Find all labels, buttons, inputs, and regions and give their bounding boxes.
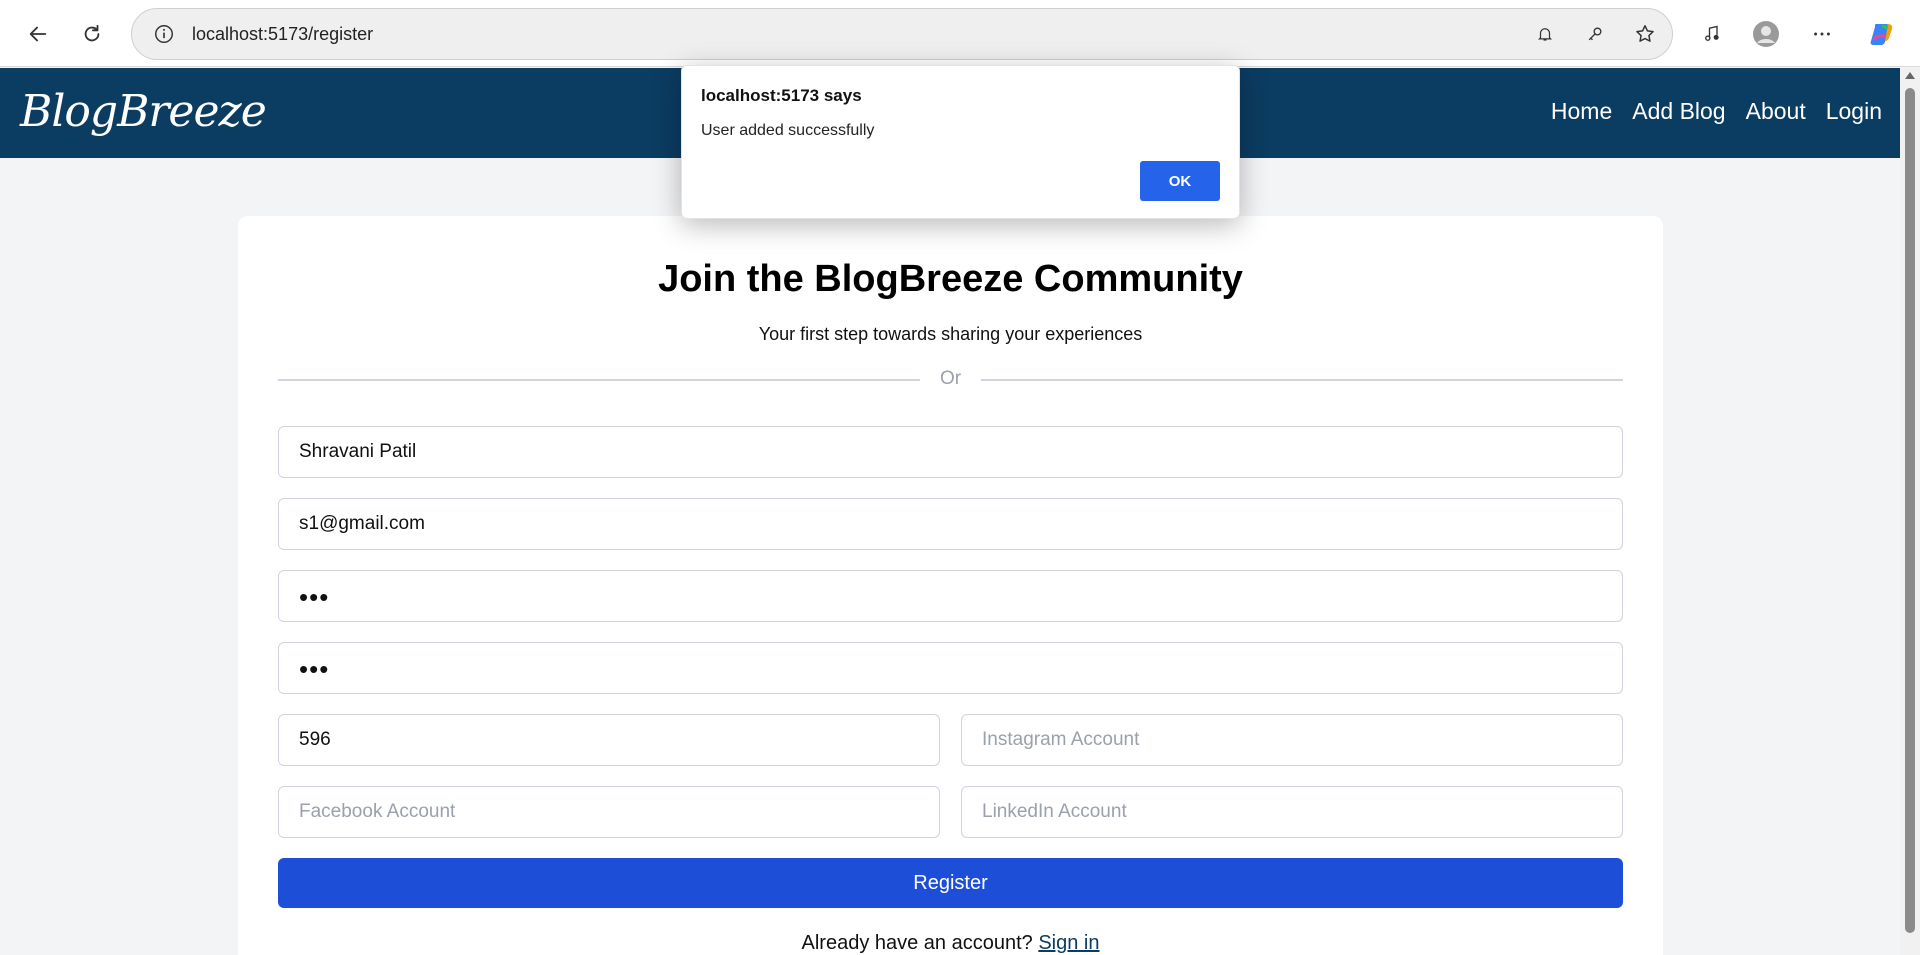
alert-dialog: localhost:5173 says User added successfu…	[681, 65, 1240, 219]
page-subtitle: Your first step towards sharing your exp…	[758, 324, 1143, 344]
register-button[interactable]: Register	[278, 858, 1623, 908]
divider-line-right	[981, 379, 1623, 381]
nav-link-about[interactable]: About	[1746, 98, 1806, 125]
instagram-input[interactable]	[961, 714, 1623, 766]
signin-row: Already have an account? Sign in	[238, 932, 1663, 955]
site-logo[interactable]: BlogBreeze	[20, 86, 267, 137]
page-title: Join the BlogBreeze Community	[658, 258, 1243, 300]
nav-links: Home Add Blog About Login	[1551, 98, 1882, 125]
password-input[interactable]: •••	[278, 570, 1623, 622]
copilot-icon[interactable]	[1864, 16, 1900, 52]
signin-prompt: Already have an account?	[801, 932, 1033, 954]
page-scrollbar[interactable]	[1900, 68, 1920, 955]
register-card: Join the BlogBreeze Community Your first…	[238, 216, 1663, 955]
phone-input[interactable]	[278, 714, 940, 766]
nav-link-login[interactable]: Login	[1826, 98, 1882, 125]
dialog-ok-button[interactable]: OK	[1140, 161, 1220, 201]
reload-icon[interactable]	[74, 16, 110, 52]
scroll-up-arrow-icon[interactable]	[1905, 72, 1915, 79]
facebook-input[interactable]	[278, 786, 940, 838]
back-arrow-icon[interactable]	[20, 16, 56, 52]
signin-link[interactable]: Sign in	[1038, 932, 1099, 954]
key-icon[interactable]	[1582, 21, 1608, 47]
info-icon[interactable]	[152, 22, 176, 46]
nav-link-add-blog[interactable]: Add Blog	[1632, 98, 1725, 125]
profile-avatar-icon[interactable]	[1748, 16, 1784, 52]
nav-link-home[interactable]: Home	[1551, 98, 1612, 125]
browser-toolbar: localhost:5173/register	[0, 0, 1920, 67]
notification-bell-icon[interactable]	[1532, 21, 1558, 47]
address-bar[interactable]: localhost:5173/register	[131, 8, 1673, 60]
name-input[interactable]	[278, 426, 1623, 478]
dialog-message: User added successfully	[701, 122, 875, 139]
media-icon[interactable]	[1694, 16, 1730, 52]
scrollbar-thumb[interactable]	[1905, 88, 1915, 933]
or-divider: Or	[278, 368, 1623, 389]
linkedin-input[interactable]	[961, 786, 1623, 838]
more-options-icon[interactable]	[1804, 16, 1840, 52]
confirm-password-input[interactable]: •••	[278, 642, 1623, 694]
dialog-title: localhost:5173 says	[701, 86, 862, 105]
url-text[interactable]: localhost:5173/register	[192, 24, 373, 45]
email-input[interactable]	[278, 498, 1623, 550]
star-icon[interactable]	[1632, 21, 1658, 47]
